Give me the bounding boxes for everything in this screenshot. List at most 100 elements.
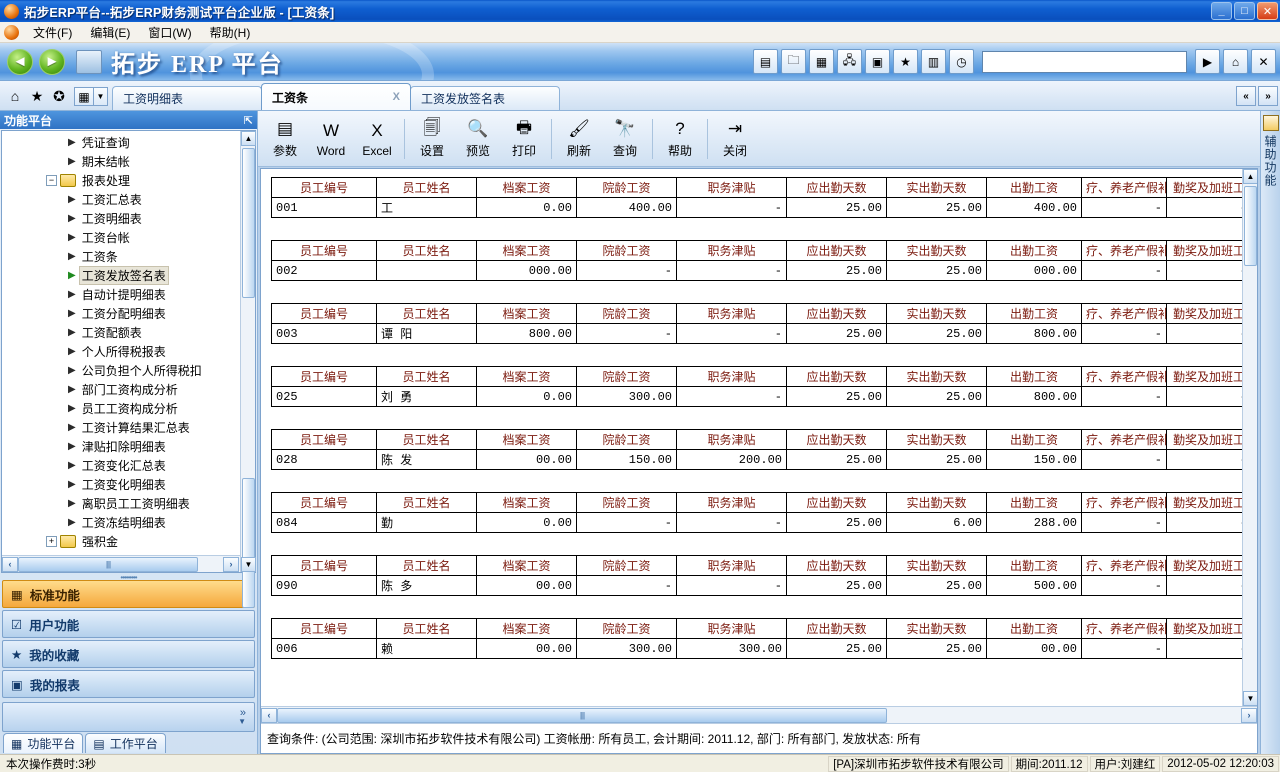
toolbar-search-binoculars-button[interactable]: 🔭查询	[602, 114, 648, 164]
toolbar-refresh-brush-button[interactable]: 🖌刷新	[556, 114, 602, 164]
tree-item[interactable]: ▶工资变化汇总表	[2, 456, 255, 475]
scroll-thumb-lower[interactable]	[242, 478, 255, 608]
table-row[interactable]: 090陈 多00.00--25.0025.00500.00---500.00	[272, 576, 1258, 596]
tree-item[interactable]: ▶工资分配明细表	[2, 304, 255, 323]
scroll-down-icon[interactable]: ▼	[241, 557, 256, 572]
pin-icon[interactable]: ⇱	[244, 114, 253, 127]
grid-view-icon[interactable]: ▦	[74, 87, 94, 106]
tree-item[interactable]: +强积金	[2, 532, 255, 551]
maximize-button[interactable]: □	[1234, 2, 1255, 20]
tab-gongzitiao[interactable]: 工资条 X	[261, 83, 411, 110]
add-page-icon[interactable]: ▣	[865, 49, 890, 74]
tree-item[interactable]: ▶工资汇总表	[2, 190, 255, 209]
tree-item[interactable]: ▶工资变化明细表	[2, 475, 255, 494]
toolbar-word-button[interactable]: WWord	[308, 114, 354, 164]
tree-item[interactable]: ▶自动计提明细表	[2, 285, 255, 304]
tree-item[interactable]: −报表处理	[2, 171, 255, 190]
report-icon[interactable]: ▥	[921, 49, 946, 74]
collapse-icon[interactable]: −	[46, 175, 57, 186]
table-row[interactable]: 025刘 勇0.00300.00-25.0025.00800.00---00.0…	[272, 387, 1258, 407]
menu-edit[interactable]: 编辑(E)	[82, 22, 138, 43]
toolbar-print-button[interactable]: 🖶打印	[501, 114, 547, 164]
new-folder-icon[interactable]: 🗀	[781, 49, 806, 74]
tree-item[interactable]: ▶离职员工工资明细表	[2, 494, 255, 513]
tree-item[interactable]: ▶BIR56B	[2, 551, 255, 555]
toolbar-excel-button[interactable]: XExcel	[354, 114, 400, 164]
auxiliary-panel[interactable]: 辅助功能	[1260, 111, 1280, 754]
home-icon[interactable]: ⌂	[4, 85, 26, 107]
minimize-button[interactable]: _	[1211, 2, 1232, 20]
report-scroll-area[interactable]: 员工编号员工姓名档案工资院龄工资职务津贴应出勤天数实出勤天数出勤工资疗、养老产假…	[261, 169, 1257, 706]
sidebar-item-my-favorites[interactable]: ★ 我的收藏	[2, 640, 255, 668]
scroll-right-icon[interactable]: ›	[223, 557, 239, 572]
sidebar-item-standard-function[interactable]: ▦ 标准功能	[2, 580, 255, 608]
scroll-left-icon[interactable]: ‹	[2, 557, 18, 572]
toolbar-preview-button[interactable]: 🔍预览	[455, 114, 501, 164]
tree-item[interactable]: ▶期末结帐	[2, 152, 255, 171]
expand-icon[interactable]: +	[46, 536, 57, 547]
tab-next-button[interactable]: »	[1258, 86, 1278, 106]
tree-item[interactable]: ▶工资计算结果汇总表	[2, 418, 255, 437]
report-horizontal-scrollbar[interactable]: ‹ |||| ›	[261, 706, 1257, 723]
sidebar-tab-function-platform[interactable]: ▦ 功能平台	[3, 733, 83, 753]
scroll-up-icon[interactable]: ▲	[1243, 169, 1257, 184]
tree-horizontal-scrollbar[interactable]: ‹ |||| ›	[2, 555, 255, 572]
close-button[interactable]: ✕	[1257, 2, 1278, 20]
tree-item[interactable]: ▶工资条	[2, 247, 255, 266]
menu-window[interactable]: 窗口(W)	[140, 22, 199, 43]
sidebar-overflow[interactable]: » ▼	[2, 702, 255, 732]
network-icon[interactable]: 🖧	[837, 49, 862, 74]
menu-help[interactable]: 帮助(H)	[202, 22, 259, 43]
chevron-down-icon[interactable]: ▼	[94, 87, 108, 106]
notebook-icon[interactable]: ▦	[809, 49, 834, 74]
tree-item[interactable]: ▶工资明细表	[2, 209, 255, 228]
scroll-thumb[interactable]	[1244, 186, 1257, 266]
tree-item[interactable]: ▶工资发放签名表	[2, 266, 255, 285]
sidebar-item-user-function[interactable]: ☑ 用户功能	[2, 610, 255, 638]
scroll-thumb[interactable]	[242, 148, 255, 298]
scroll-right-icon[interactable]: ›	[1241, 708, 1257, 723]
scroll-left-icon[interactable]: ‹	[261, 708, 277, 723]
search-input[interactable]	[982, 51, 1187, 73]
tab-gongzi-fafang-qianmingbiao[interactable]: 工资发放签名表	[410, 86, 560, 110]
window-list-icon[interactable]: ▤	[753, 49, 778, 74]
home-icon[interactable]: ⌂	[1223, 49, 1248, 74]
hscroll-track[interactable]: ||||	[18, 557, 239, 572]
toolbar-help-button[interactable]: ?帮助	[657, 114, 703, 164]
tree-item[interactable]: ▶工资台帐	[2, 228, 255, 247]
scroll-down-icon[interactable]: ▼	[1243, 691, 1257, 706]
hscroll-track[interactable]: ||||	[277, 708, 1241, 723]
tab-prev-button[interactable]: «	[1236, 86, 1256, 106]
tree-item[interactable]: ▶工资冻结明细表	[2, 513, 255, 532]
table-row[interactable]: 002000.00--25.0025.00000.00---000.00	[272, 261, 1258, 281]
hscroll-thumb[interactable]: ||||	[277, 708, 887, 723]
tree-item[interactable]: ▶公司负担个人所得税扣	[2, 361, 255, 380]
table-row[interactable]: 028陈 发00.00150.00200.0025.0025.00150.00-…	[272, 450, 1258, 470]
table-row[interactable]: 006赖00.00300.00300.0025.0025.0000.00---0…	[272, 639, 1258, 659]
overflow-caret-icon[interactable]: ▼	[238, 718, 246, 726]
table-row[interactable]: 084勤0.00--25.006.00288.00---00.00	[272, 513, 1258, 533]
menu-file[interactable]: 文件(F)	[25, 22, 80, 43]
table-row[interactable]: 001工0.00400.00-25.0025.00400.00---400.00	[272, 198, 1258, 218]
exit-icon[interactable]: ✕	[1251, 49, 1276, 74]
run-icon[interactable]: ▶	[1195, 49, 1220, 74]
tree-item[interactable]: ▶工资配额表	[2, 323, 255, 342]
sidebar-tab-work-platform[interactable]: ▤ 工作平台	[85, 733, 165, 753]
sidebar-item-my-reports[interactable]: ▣ 我的报表	[2, 670, 255, 698]
tree-vertical-scrollbar[interactable]: ▲ ▼	[240, 131, 255, 572]
toolbar-settings-button[interactable]: 🗐设置	[409, 114, 455, 164]
star-icon[interactable]: ★	[26, 85, 48, 107]
tree-item[interactable]: ▶个人所得税报表	[2, 342, 255, 361]
tab-close-icon[interactable]: X	[393, 91, 400, 103]
tab-gongzi-mingxibiao[interactable]: 工资明细表	[112, 86, 262, 110]
tree-item[interactable]: ▶员工工资构成分析	[2, 399, 255, 418]
scroll-up-icon[interactable]: ▲	[241, 131, 256, 146]
add-favorite-icon[interactable]: ✪	[48, 85, 70, 107]
forward-button[interactable]: ►	[39, 49, 65, 75]
favorite-star-icon[interactable]: ★	[893, 49, 918, 74]
tree-item[interactable]: ▶凭证查询	[2, 133, 255, 152]
toolbar-close-door-button[interactable]: ⇥关闭	[712, 114, 758, 164]
toolbar-parameters-button[interactable]: ▤参数	[262, 114, 308, 164]
add-page-icon[interactable]	[1263, 115, 1279, 131]
tree-item[interactable]: ▶部门工资构成分析	[2, 380, 255, 399]
